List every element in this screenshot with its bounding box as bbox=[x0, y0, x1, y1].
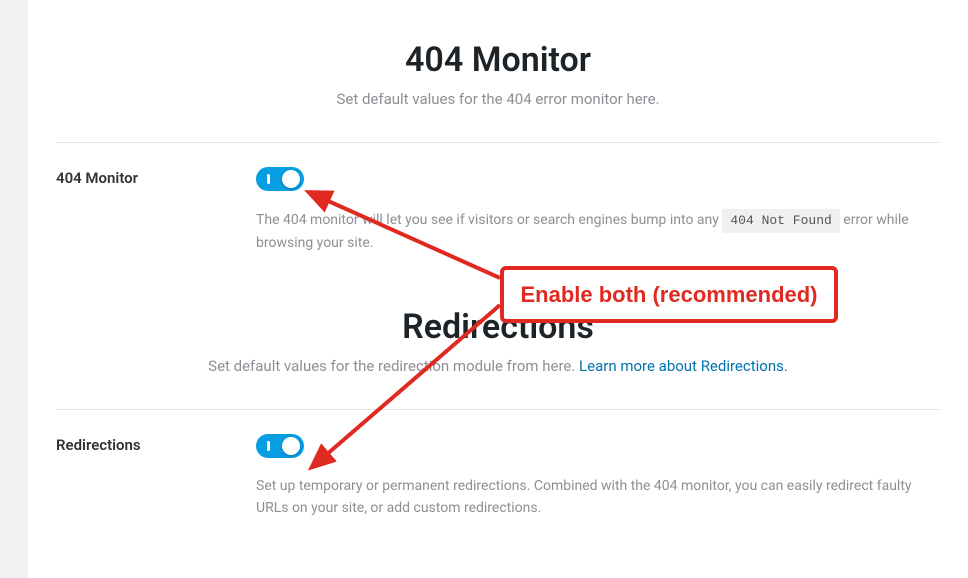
annotation-text: Enable both (recommended) bbox=[520, 282, 817, 307]
code-chip-404: 404 Not Found bbox=[722, 209, 839, 233]
setting-body-404-monitor: The 404 monitor will let you see if visi… bbox=[256, 167, 940, 255]
toggle-knob-icon bbox=[282, 170, 300, 188]
toggle-knob-icon bbox=[282, 437, 300, 455]
setting-row-404-monitor: 404 Monitor The 404 monitor will let you… bbox=[28, 143, 968, 255]
annotation-callout: Enable both (recommended) bbox=[500, 266, 838, 323]
toggle-on-indicator-icon bbox=[267, 441, 270, 451]
subtitle-text: Set default values for the redirection m… bbox=[208, 357, 579, 375]
desc-text: The 404 monitor will let you see if visi… bbox=[256, 212, 722, 228]
section-subtitle-404: Set default values for the 404 error mon… bbox=[68, 90, 928, 108]
setting-body-redirections: Set up temporary or permanent redirectio… bbox=[256, 434, 940, 519]
toggle-redirections[interactable] bbox=[256, 434, 304, 458]
learn-more-link[interactable]: Learn more about Redirections. bbox=[579, 357, 788, 375]
toggle-404-monitor[interactable] bbox=[256, 167, 304, 191]
section-header-404: 404 Monitor Set default values for the 4… bbox=[28, 0, 968, 124]
section-subtitle-redirections: Set default values for the redirection m… bbox=[68, 357, 928, 375]
setting-row-redirections: Redirections Set up temporary or permane… bbox=[28, 410, 968, 519]
setting-label-redirections: Redirections bbox=[56, 434, 256, 519]
setting-desc-404-monitor: The 404 monitor will let you see if visi… bbox=[256, 209, 936, 255]
section-title-404: 404 Monitor bbox=[68, 40, 928, 80]
toggle-on-indicator-icon bbox=[267, 174, 270, 184]
setting-label-404-monitor: 404 Monitor bbox=[56, 167, 256, 255]
setting-desc-redirections: Set up temporary or permanent redirectio… bbox=[256, 476, 936, 519]
